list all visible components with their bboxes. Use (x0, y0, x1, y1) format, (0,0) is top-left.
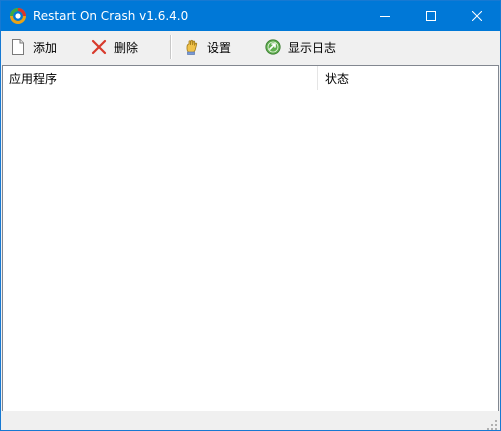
application-list[interactable]: 应用程序 状态 (2, 65, 499, 412)
show-log-button[interactable]: 显示日志 (264, 34, 336, 60)
main-window: Restart On Crash v1.6.4.0 添加 删除 设置 显示日志 … (0, 0, 501, 431)
settings-button[interactable]: 设置 (183, 34, 231, 60)
document-icon (9, 38, 27, 56)
maximize-button[interactable] (408, 1, 454, 31)
toolbar: 添加 删除 设置 显示日志 (1, 31, 500, 63)
column-header-status[interactable]: 状态 (319, 66, 498, 90)
add-button-label: 添加 (33, 40, 58, 55)
status-bar (1, 411, 500, 430)
green-arrow-log-icon (264, 38, 282, 56)
delete-button[interactable]: 删除 (90, 34, 138, 60)
close-button[interactable] (454, 1, 500, 31)
close-icon (472, 11, 482, 21)
delete-button-label: 删除 (114, 40, 139, 55)
list-header: 应用程序 状态 (3, 66, 498, 90)
column-header-application[interactable]: 应用程序 (3, 66, 318, 90)
restart-on-crash-app-icon (10, 8, 26, 24)
toolbar-separator (170, 35, 172, 59)
title-bar[interactable]: Restart On Crash v1.6.4.0 (1, 1, 500, 31)
window-title: Restart On Crash v1.6.4.0 (33, 9, 189, 23)
show-log-button-label: 显示日志 (288, 40, 337, 55)
maximize-icon (426, 11, 436, 21)
settings-button-label: 设置 (207, 40, 232, 55)
hand-icon (183, 38, 201, 56)
minimize-button[interactable] (362, 1, 408, 31)
minimize-icon (380, 16, 390, 17)
add-button[interactable]: 添加 (9, 34, 57, 60)
resize-grip-icon[interactable] (486, 416, 498, 430)
red-x-icon (90, 38, 108, 56)
